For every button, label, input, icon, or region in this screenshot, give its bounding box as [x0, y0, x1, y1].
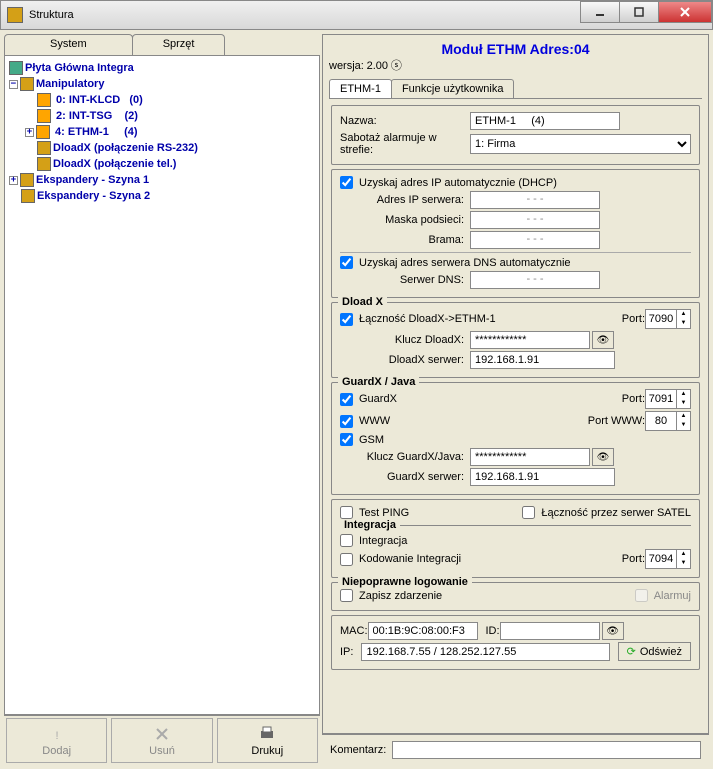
- collapse-icon[interactable]: −: [9, 80, 18, 89]
- bus-icon: [21, 189, 35, 203]
- gsm-checkbox[interactable]: [340, 433, 353, 446]
- tree-item[interactable]: DloadX (połączenie RS-232): [9, 140, 315, 156]
- folder-icon: [20, 77, 34, 91]
- id-label: ID:: [486, 625, 500, 637]
- www-checkbox[interactable]: [340, 415, 353, 428]
- tab-system[interactable]: System: [4, 34, 133, 56]
- reveal-icon[interactable]: 👁: [602, 622, 624, 640]
- expand-icon[interactable]: +: [9, 176, 18, 185]
- tree-exp1[interactable]: +Ekspandery - Szyna 1: [9, 172, 315, 188]
- expand-icon[interactable]: +: [25, 128, 34, 137]
- tab-ethm1[interactable]: ETHM-1: [329, 79, 392, 98]
- tree-item[interactable]: DloadX (połączenie tel.): [9, 156, 315, 172]
- badlogin-title: Niepoprawne logowanie: [338, 576, 472, 588]
- dloadx-conn-checkbox[interactable]: [340, 313, 353, 326]
- sabot-select[interactable]: 1: Firma: [470, 134, 691, 154]
- gw-label: Brama:: [340, 234, 470, 246]
- dloadx-srv-label: DloadX serwer:: [340, 354, 470, 366]
- refresh-icon: ⟳: [627, 645, 636, 658]
- mask-input: - - -: [470, 211, 600, 229]
- ip-label: Adres IP serwera:: [340, 194, 470, 206]
- conn-icon: [37, 141, 51, 155]
- integ-title: Integracja: [340, 519, 400, 531]
- device-icon: [36, 125, 50, 139]
- guardx-port-input[interactable]: ▲▼: [645, 389, 691, 409]
- tree-root[interactable]: Płyta Główna Integra: [9, 60, 315, 76]
- version-label: wersja: 2.00 ⓢ: [329, 57, 702, 73]
- refresh-button[interactable]: ⟳Odśwież: [618, 642, 691, 661]
- tree-item[interactable]: 2: INT-TSG (2): [9, 108, 315, 124]
- name-label: Nazwa:: [340, 115, 470, 127]
- reveal-icon[interactable]: 👁: [592, 331, 614, 349]
- maximize-button[interactable]: [619, 1, 659, 23]
- tab-userfn[interactable]: Funkcje użytkownika: [391, 79, 515, 98]
- guardx-srv-label: GuardX serwer:: [340, 471, 470, 483]
- alarm-checkbox: [635, 589, 648, 602]
- ipaddr-label: IP:: [340, 646, 353, 658]
- window-title: Struktura: [29, 9, 581, 21]
- dloadx-port-input[interactable]: ▲▼: [645, 309, 691, 329]
- mac-label: MAC:: [340, 625, 368, 637]
- gw-input: - - -: [470, 231, 600, 249]
- dns-auto-checkbox[interactable]: [340, 256, 353, 269]
- integ-checkbox[interactable]: [340, 534, 353, 547]
- satel-checkbox[interactable]: [522, 506, 535, 519]
- dns-label: Serwer DNS:: [340, 274, 470, 286]
- tree-item-selected[interactable]: + 4: ETHM-1 (4): [9, 124, 315, 140]
- testping-checkbox[interactable]: [340, 506, 353, 519]
- comment-input[interactable]: [392, 741, 701, 759]
- dloadx-port-label: Port:: [622, 313, 645, 325]
- device-icon: [37, 109, 51, 123]
- id-input[interactable]: [500, 622, 600, 640]
- app-icon: [7, 7, 23, 23]
- save-event-checkbox[interactable]: [340, 589, 353, 602]
- reveal-icon[interactable]: 👁: [592, 448, 614, 466]
- mac-input[interactable]: [368, 622, 478, 640]
- conn-icon: [37, 157, 51, 171]
- tree-view[interactable]: Płyta Główna Integra −Manipulatory 0: IN…: [4, 55, 320, 715]
- dns-input: - - -: [470, 271, 600, 289]
- dns-auto-label: Uzyskaj adres serwera DNS automatycznie: [359, 257, 571, 269]
- dloadx-key-input[interactable]: [470, 331, 590, 349]
- tree-item[interactable]: 0: INT-KLCD (0): [9, 92, 315, 108]
- add-button: !Dodaj: [6, 718, 107, 763]
- module-title: Moduł ETHM Adres:04: [329, 41, 702, 57]
- tab-hardware[interactable]: Sprzęt: [132, 34, 226, 56]
- print-button[interactable]: Drukuj: [217, 718, 318, 763]
- titlebar: Struktura: [0, 0, 713, 30]
- guardx-srv-input[interactable]: [470, 468, 615, 486]
- guardx-key-input[interactable]: [470, 448, 590, 466]
- ip-input: - - -: [470, 191, 600, 209]
- coding-checkbox[interactable]: [340, 553, 353, 566]
- board-icon: [9, 61, 23, 75]
- www-port-input[interactable]: ▲▼: [645, 411, 691, 431]
- guardx-key-label: Klucz GuardX/Java:: [340, 451, 470, 463]
- tree-exp2[interactable]: Ekspandery - Szyna 2: [9, 188, 315, 204]
- dloadx-title: Dload X: [338, 296, 387, 308]
- sabot-label: Sabotaż alarmuje w strefie:: [340, 132, 470, 156]
- delete-button: Usuń: [111, 718, 212, 763]
- dhcp-checkbox[interactable]: [340, 176, 353, 189]
- dhcp-label: Uzyskaj adres IP automatycznie (DHCP): [359, 177, 557, 189]
- svg-text:!: !: [55, 730, 58, 742]
- name-input[interactable]: [470, 112, 620, 130]
- ipaddr-input[interactable]: [361, 643, 609, 661]
- dloadx-srv-input[interactable]: [470, 351, 615, 369]
- bus-icon: [20, 173, 34, 187]
- mask-label: Maska podsieci:: [340, 214, 470, 226]
- minimize-button[interactable]: [580, 1, 620, 23]
- device-icon: [37, 93, 51, 107]
- integ-port-input[interactable]: ▲▼: [645, 549, 691, 569]
- guardx-checkbox[interactable]: [340, 393, 353, 406]
- tree-manipulatory[interactable]: −Manipulatory: [9, 76, 315, 92]
- close-button[interactable]: [658, 1, 712, 23]
- dloadx-key-label: Klucz DloadX:: [340, 334, 470, 346]
- info-icon: ⓢ: [391, 60, 402, 72]
- guardx-title: GuardX / Java: [338, 376, 419, 388]
- dloadx-conn-label: Łączność DloadX->ETHM-1: [359, 313, 622, 325]
- comment-label: Komentarz:: [330, 744, 386, 756]
